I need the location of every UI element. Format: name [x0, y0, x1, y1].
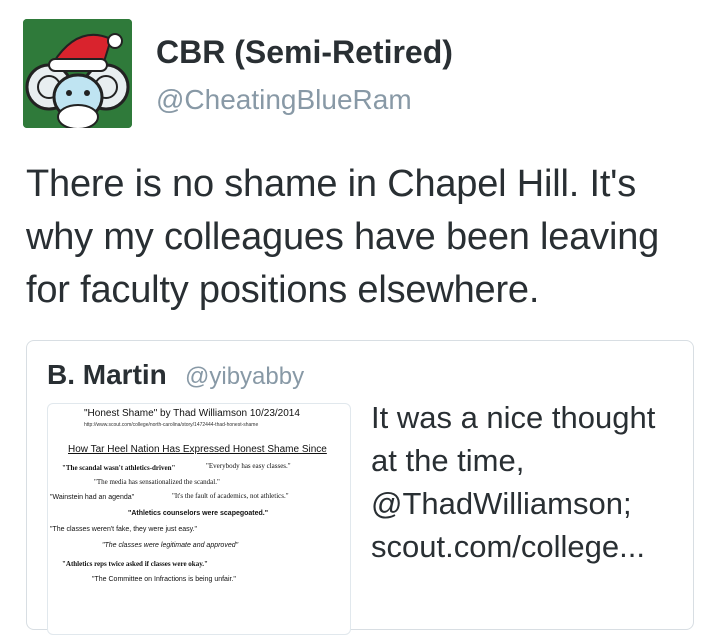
quoted-user-handle[interactable]: @yibyabby [185, 363, 304, 391]
image-quote: "The Committee on Infractions is being u… [92, 576, 236, 583]
quoted-user-name[interactable]: B. Martin [47, 359, 167, 391]
quoted-tweet-image[interactable]: "Honest Shame" by Thad Williamson 10/23/… [47, 403, 351, 635]
quoted-tweet-card[interactable]: B. Martin @yibyabby "Honest Shame" by Th… [26, 340, 694, 635]
image-quote: "Everybody has easy classes." [206, 462, 291, 470]
user-avatar[interactable] [23, 19, 132, 128]
image-url: http://www.scout.com/college/north-carol… [84, 422, 259, 428]
quoted-tweet-text: It was a nice thought at the time, @Thad… [371, 400, 656, 564]
image-title: "Honest Shame" by Thad Williamson 10/23/… [84, 408, 300, 419]
user-display-name[interactable]: CBR (Semi-Retired) [156, 34, 453, 71]
image-quote: "The scandal wasn't athletics-driven" [62, 464, 176, 472]
user-handle[interactable]: @CheatingBlueRam [156, 84, 412, 116]
ram-santa-hat-icon [23, 19, 132, 128]
image-heading: How Tar Heel Nation Has Expressed Honest… [68, 444, 327, 455]
image-quote: "Athletics reps twice asked if classes w… [62, 560, 208, 568]
image-quote: "Athletics counselors were scapegoated." [128, 510, 269, 517]
image-quote: "It's the fault of academics, not athlet… [172, 492, 289, 500]
image-quote: "The media has sensationalized the scand… [94, 478, 220, 486]
tweet-text: There is no shame in Chapel Hill. It's w… [26, 163, 660, 311]
image-quote: "The classes were legitimate and approve… [102, 542, 239, 549]
image-quote: "The classes weren't fake, they were jus… [50, 526, 198, 533]
image-quote: "Wainstein had an agenda" [50, 494, 135, 501]
